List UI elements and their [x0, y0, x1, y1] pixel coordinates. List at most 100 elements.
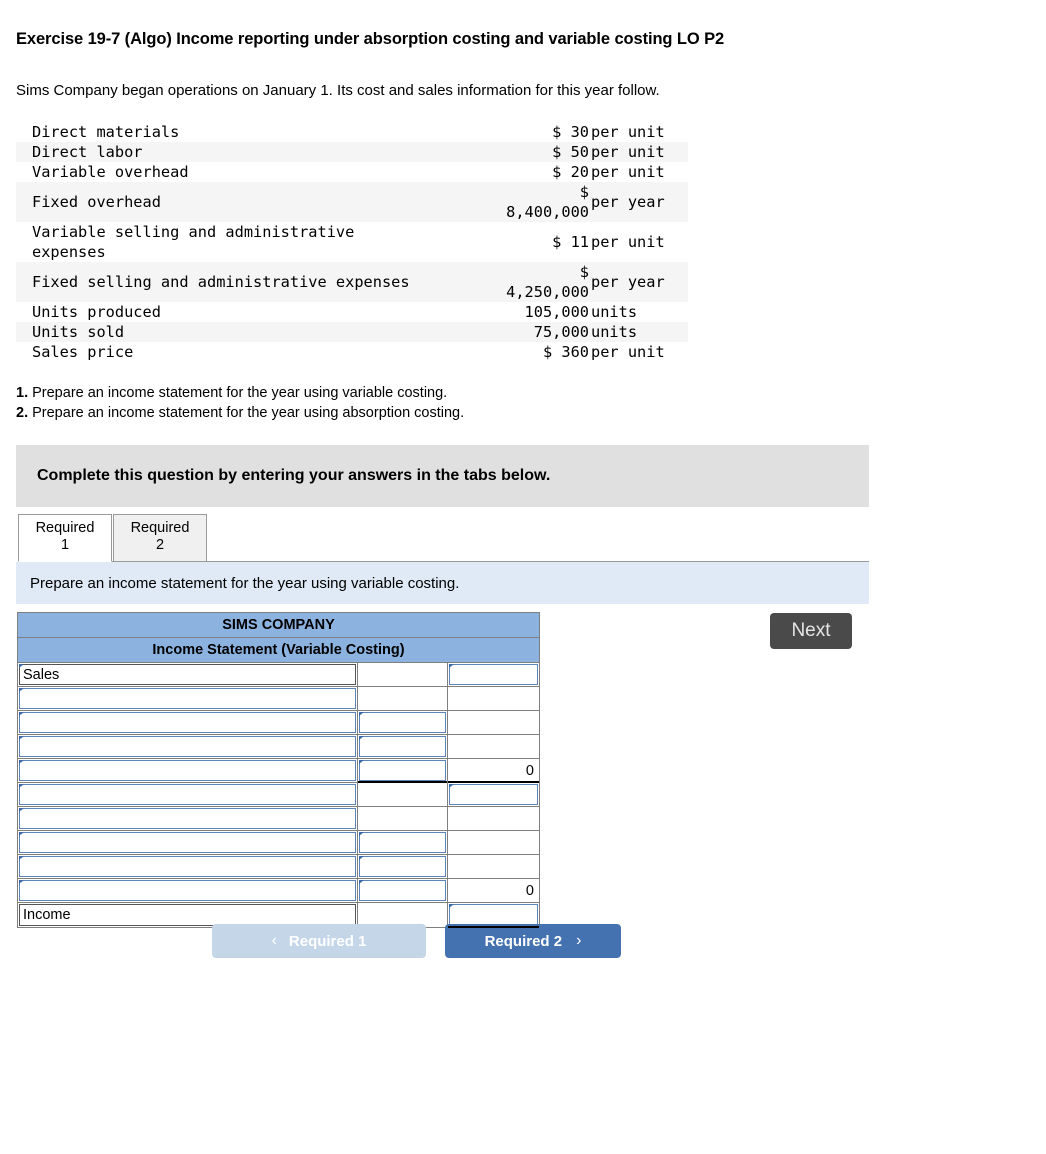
- dropdown-marker-icon: [359, 760, 364, 764]
- amount-input[interactable]: 0: [449, 880, 538, 901]
- middle-amount-input[interactable]: [359, 784, 446, 805]
- fact-amount: $ 4,250,000: [506, 263, 589, 301]
- description-input[interactable]: [19, 688, 356, 709]
- next-button[interactable]: Next: [770, 613, 852, 649]
- requirement-number: 1.: [16, 385, 29, 401]
- middle-amount-input[interactable]: [359, 736, 446, 757]
- fact-unit: per unit: [591, 163, 665, 181]
- prev-required-button[interactable]: ‹ Required 1: [212, 924, 426, 958]
- amount-input[interactable]: [449, 856, 538, 877]
- dropdown-marker-icon: [19, 712, 24, 716]
- description-input[interactable]: [19, 712, 356, 733]
- tab-required-1-line2: 1: [60, 537, 70, 553]
- middle-amount-input[interactable]: [359, 760, 446, 781]
- worksheet-middle-cell: [358, 807, 448, 830]
- amount-input[interactable]: [449, 664, 538, 685]
- middle-amount-input[interactable]: [359, 808, 446, 829]
- worksheet-middle-cell: [358, 663, 448, 686]
- worksheet-amount-cell: 0: [448, 879, 539, 902]
- complete-question-banner: Complete this question by entering your …: [16, 445, 869, 507]
- middle-amount-input[interactable]: [359, 664, 446, 685]
- fact-row: Units produced 105,000 units: [16, 302, 688, 322]
- worksheet-row: [18, 735, 539, 759]
- worksheet-middle-cell: [358, 687, 448, 710]
- complete-question-text: Complete this question by entering your …: [37, 467, 551, 484]
- fact-row: Direct labor $ 50 per unit: [16, 142, 688, 162]
- worksheet-middle-cell: [358, 879, 448, 902]
- fact-label: Fixed overhead: [32, 193, 161, 211]
- fact-label: Direct labor: [32, 143, 143, 161]
- tab-required-1[interactable]: Required 1: [18, 514, 112, 562]
- worksheet-row: [18, 831, 539, 855]
- fact-table-body: Direct materials $ 30 per unit Direct labor…: [16, 122, 688, 362]
- worksheet-row: 0: [18, 879, 539, 903]
- next-button-label: Next: [791, 620, 831, 641]
- fact-unit: units: [591, 323, 638, 341]
- worksheet-description-cell: [18, 687, 358, 710]
- amount-input[interactable]: [449, 904, 538, 926]
- fact-amount: $ 360: [542, 343, 589, 361]
- cost-and-sales-table: Direct materials $ 30 per unit Direct labor…: [16, 122, 688, 362]
- fact-amount: $ 8,400,000: [506, 183, 589, 221]
- middle-amount-input[interactable]: [359, 880, 446, 901]
- amount-input[interactable]: [449, 784, 538, 805]
- worksheet-row: [18, 783, 539, 807]
- dropdown-marker-icon: [449, 904, 454, 908]
- worksheet-row: Sales: [18, 663, 539, 687]
- middle-amount-input[interactable]: [359, 856, 446, 877]
- fact-unit: per year: [591, 193, 665, 211]
- dropdown-marker-icon: [359, 832, 364, 836]
- middle-amount-input[interactable]: [359, 712, 446, 733]
- fact-label: Direct materials: [32, 123, 180, 141]
- worksheet-amount-cell: [448, 783, 539, 806]
- worksheet-amount-cell: [448, 687, 539, 710]
- description-input[interactable]: Sales: [19, 664, 356, 685]
- amount-input[interactable]: [449, 736, 538, 757]
- requirement-text: Prepare an income statement for the year…: [28, 405, 465, 421]
- worksheet-description-cell: [18, 879, 358, 902]
- fact-label: Sales price: [32, 343, 134, 361]
- fact-unit: per unit: [591, 233, 665, 251]
- worksheet-description-cell: [18, 711, 358, 734]
- dropdown-marker-icon: [19, 688, 24, 692]
- amount-input[interactable]: [449, 712, 538, 733]
- description-input[interactable]: [19, 760, 356, 781]
- total-rule: [448, 781, 539, 783]
- description-input[interactable]: [19, 856, 356, 877]
- middle-amount-input[interactable]: [359, 904, 446, 926]
- intro-paragraph: Sims Company began operations on January…: [16, 82, 660, 99]
- tab-strip: Required 1 Required 2: [18, 514, 869, 562]
- dropdown-marker-icon: [359, 736, 364, 740]
- amount-input[interactable]: 0: [449, 760, 538, 781]
- dropdown-marker-icon: [449, 664, 454, 668]
- description-input[interactable]: [19, 736, 356, 757]
- tab-required-2[interactable]: Required 2: [113, 514, 207, 562]
- dropdown-marker-icon: [19, 784, 24, 788]
- fact-unit: per unit: [591, 143, 665, 161]
- fact-row: Fixed selling and administrative expense…: [16, 262, 688, 302]
- tab-required-2-line2: 2: [155, 537, 165, 553]
- worksheet-middle-cell: [358, 735, 448, 758]
- fact-row: Variable selling and administrative expe…: [16, 222, 688, 262]
- description-input[interactable]: [19, 880, 356, 901]
- middle-amount-input[interactable]: [359, 688, 446, 709]
- amount-input[interactable]: [449, 832, 538, 853]
- requirement-number: 2.: [16, 405, 29, 421]
- tab-required-2-line1: Required: [130, 520, 190, 536]
- fact-amount: $ 50: [552, 143, 589, 161]
- middle-amount-input[interactable]: [359, 832, 446, 853]
- next-required-button[interactable]: Required 2 ›: [445, 924, 621, 958]
- fact-row: Direct materials $ 30 per unit: [16, 122, 688, 142]
- description-input[interactable]: [19, 784, 356, 805]
- dropdown-marker-icon: [19, 856, 24, 860]
- description-input[interactable]: Income: [19, 904, 356, 926]
- description-input[interactable]: [19, 832, 356, 853]
- amount-input[interactable]: [449, 808, 538, 829]
- description-input[interactable]: [19, 808, 356, 829]
- fact-amount: $ 11: [552, 233, 589, 251]
- worksheet-description-cell: Sales: [18, 663, 358, 686]
- dropdown-marker-icon: [359, 712, 364, 716]
- fact-unit: per year: [591, 273, 665, 291]
- amount-input[interactable]: [449, 688, 538, 709]
- worksheet-title-company: SIMS COMPANY: [18, 613, 539, 638]
